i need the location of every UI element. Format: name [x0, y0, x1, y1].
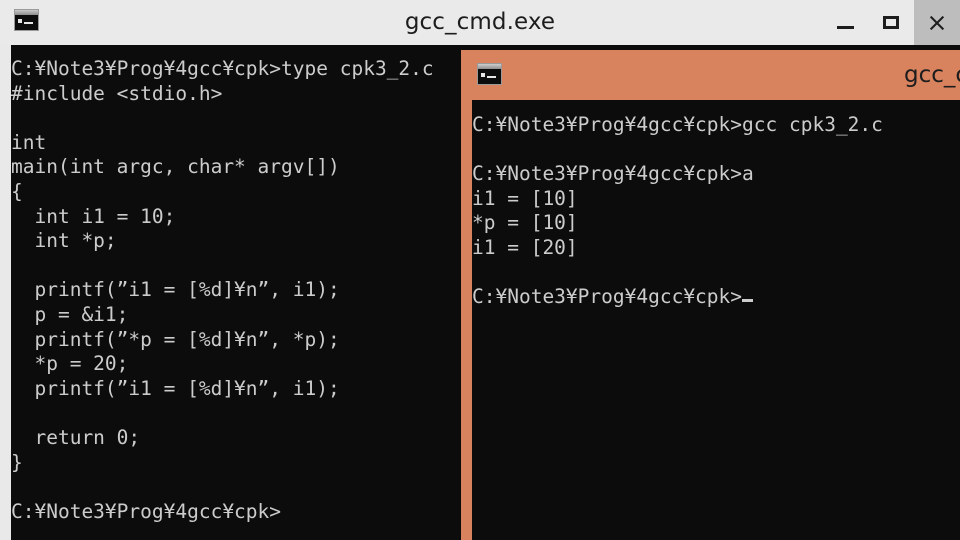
window-controls-back — [822, 0, 960, 45]
terminal-line: C:¥Note3¥Prog¥4gcc¥cpk> — [472, 285, 883, 310]
terminal-line: int — [11, 130, 47, 154]
terminal-output-front: C:¥Note3¥Prog¥4gcc¥cpk>gcc cpk3_2.c C:¥No… — [472, 113, 883, 310]
close-icon — [928, 14, 946, 32]
terminal-line: p = &i1; — [11, 302, 129, 326]
terminal-line: *p = 20; — [11, 352, 129, 376]
terminal-line: i1 = [10] — [472, 186, 578, 210]
minimize-icon — [837, 25, 854, 29]
terminal-line: C:¥Note3¥Prog¥4gcc¥cpk>a — [472, 162, 754, 186]
terminal-line: C:¥Note3¥Prog¥4gcc¥cpk>type cpk3_2.c — [11, 57, 434, 80]
titlebar-front[interactable]: gcc_c — [461, 50, 960, 100]
terminal-line: C:¥Note3¥Prog¥4gcc¥cpk> — [11, 499, 282, 523]
desktop: gcc_cmd.exe C:¥Note3¥Prog¥4gcc¥cpk>type … — [0, 0, 960, 540]
window-title-back: gcc_cmd.exe — [404, 9, 556, 35]
terminal-line: main(int argc, char* argv[]) — [11, 155, 340, 179]
maximize-button[interactable] — [868, 0, 914, 45]
terminal-line: printf(”i1 = [%d]¥n”, i1); — [11, 376, 340, 400]
titlebar-back[interactable]: gcc_cmd.exe — [0, 0, 960, 45]
terminal-cursor — [742, 299, 754, 303]
terminal-line: printf(”i1 = [%d]¥n”, i1); — [11, 278, 340, 302]
maximize-icon — [883, 15, 899, 29]
terminal-line: i1 = [20] — [472, 235, 578, 259]
terminal-line: { — [11, 179, 23, 203]
terminal-line: *p = [10] — [472, 211, 578, 235]
terminal-line: #include <stdio.h> — [11, 81, 223, 105]
terminal-line: int *p; — [11, 229, 117, 253]
close-button[interactable] — [914, 0, 960, 45]
terminal-line: } — [11, 450, 23, 474]
minimize-button[interactable] — [822, 0, 868, 45]
terminal-front[interactable]: C:¥Note3¥Prog¥4gcc¥cpk>gcc cpk3_2.c C:¥No… — [472, 100, 960, 540]
terminal-line: printf(”*p = [%d]¥n”, *p); — [11, 327, 340, 351]
window-gcc-cmd-front[interactable]: gcc_c C:¥Note3¥Prog¥4gcc¥cpk>gcc cpk3_2.… — [461, 50, 960, 540]
window-title-front: gcc_c — [903, 62, 960, 88]
terminal-output-back: C:¥Note3¥Prog¥4gcc¥cpk>type cpk3_2.c #inc… — [11, 57, 434, 524]
terminal-line: return 0; — [11, 425, 141, 449]
terminal-line: int i1 = 10; — [11, 204, 176, 228]
terminal-line: C:¥Note3¥Prog¥4gcc¥cpk>gcc cpk3_2.c — [472, 113, 883, 136]
